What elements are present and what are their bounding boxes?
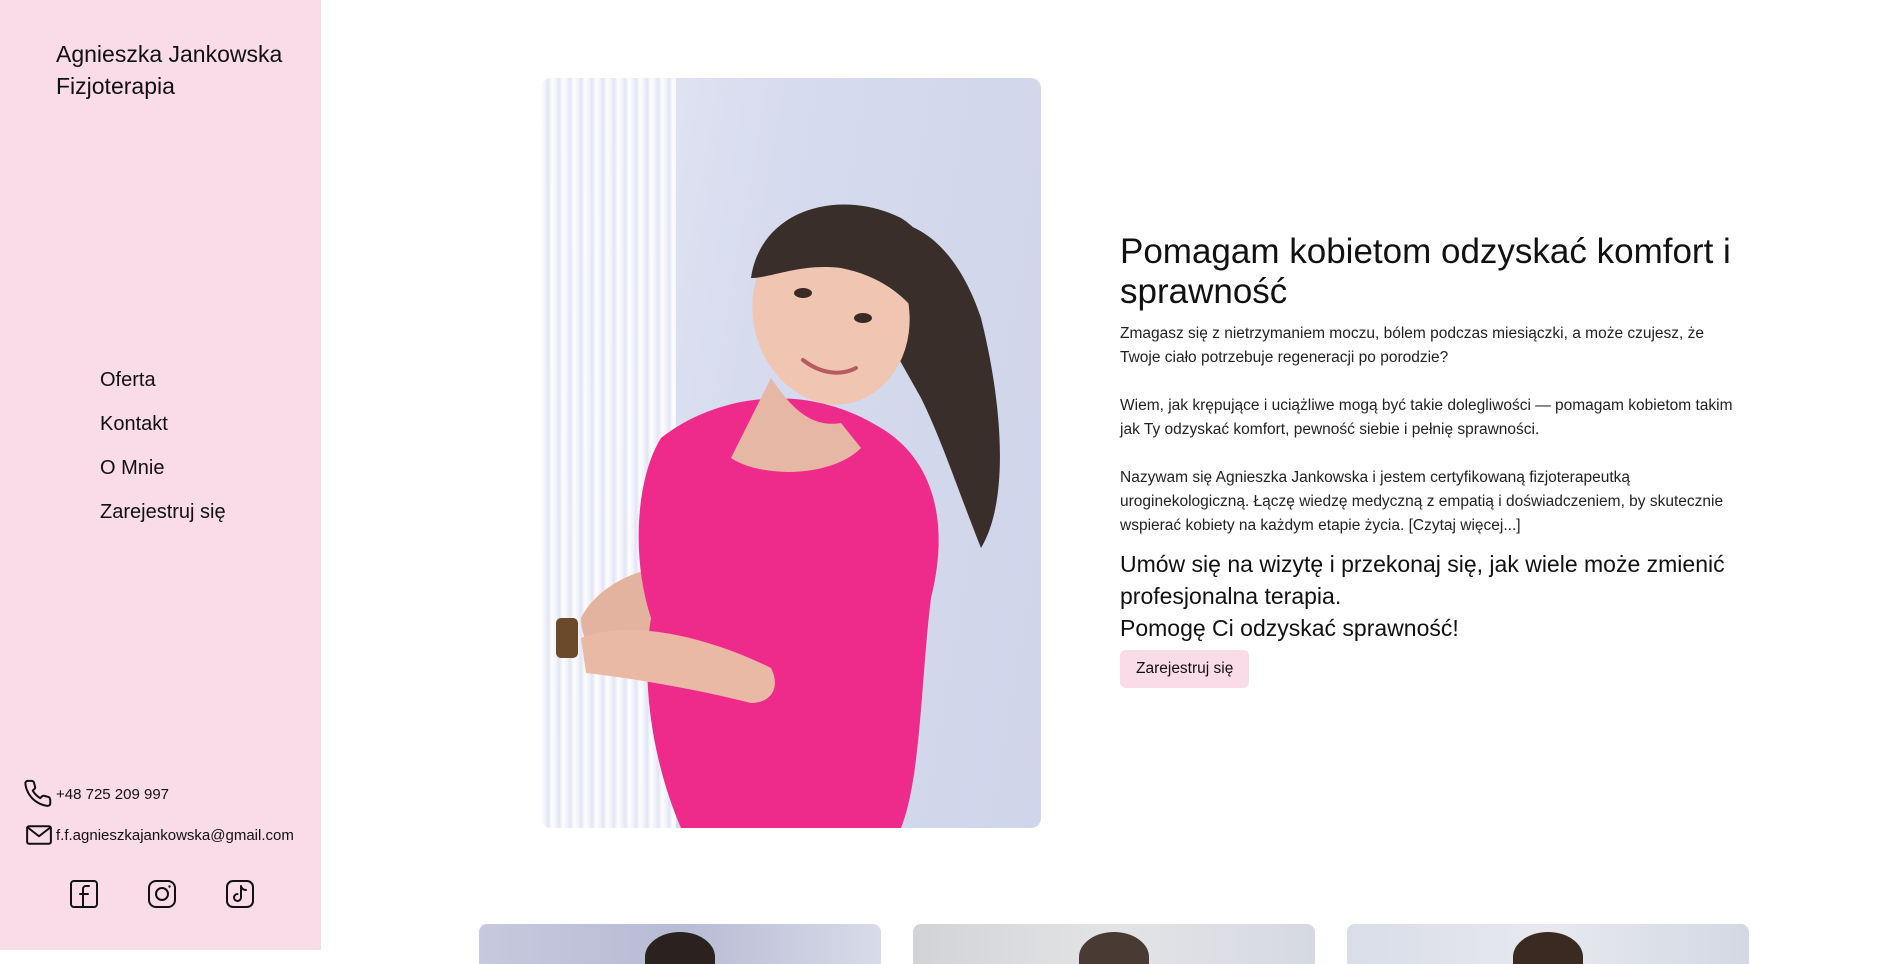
sidebar: Agnieszka Jankowska Fizjoterapia Oferta … [0,0,321,950]
instagram-link[interactable] [146,878,178,910]
phone-number: +48 725 209 997 [56,785,170,803]
facebook-icon [70,880,98,908]
cta-subheading: Pomogę Ci odzyskać sprawność! [1120,615,1459,641]
offer-card-image[interactable] [479,924,881,964]
nav-item-oferta[interactable]: Oferta [100,358,226,402]
hero-paragraph-3: Nazywam się Agnieszka Jankowska i jestem… [1120,469,1724,534]
site-logo[interactable]: Agnieszka Jankowska Fizjoterapia [56,38,296,102]
nav-item-o-mnie[interactable]: O Mnie [100,446,226,490]
offer-cards [479,924,1749,964]
therapist-portrait [556,204,1000,828]
brand-subtitle: Fizjoterapia [56,73,175,99]
social-links [68,878,256,910]
facebook-link[interactable] [68,878,100,910]
hero-photo [541,78,1041,828]
hero-paragraph-2: Wiem, jak krępujące i uciążliwe mogą być… [1120,397,1733,438]
card-photo-detail [645,932,715,964]
cta-heading: Umów się na wizytę i przekonaj się, jak … [1120,551,1725,609]
hero-headline: Pomagam kobietom odzyskać komfort i spra… [1120,232,1731,311]
nav-item-kontakt[interactable]: Kontakt [100,402,226,446]
card-photo-detail [1513,932,1583,964]
tiktok-icon [226,880,254,908]
card-photo-detail [1079,932,1149,964]
main-nav: Oferta Kontakt O Mnie Zarejestruj się [100,358,226,534]
tiktok-link[interactable] [224,878,256,910]
nav-item-zarejestruj[interactable]: Zarejestruj się [100,490,226,534]
mail-icon [26,825,52,845]
phone-contact[interactable]: +48 725 209 997 [24,779,169,809]
email-address: f.f.agnieszkajankowska@gmail.com [56,826,294,844]
email-contact[interactable]: f.f.agnieszkajankowska@gmail.com [24,820,294,850]
instagram-icon [148,880,176,908]
hero-section: Pomagam kobietom odzyskać komfort i spra… [1120,232,1740,688]
hero-paragraph-1: Zmagasz się z nietrzymaniem moczu, bólem… [1120,325,1705,366]
register-button[interactable]: Zarejestruj się [1120,650,1250,688]
offer-card-image[interactable] [913,924,1315,964]
offer-card-image[interactable] [1347,924,1749,964]
brand-name: Agnieszka Jankowska [56,41,283,67]
phone-icon [24,779,52,807]
